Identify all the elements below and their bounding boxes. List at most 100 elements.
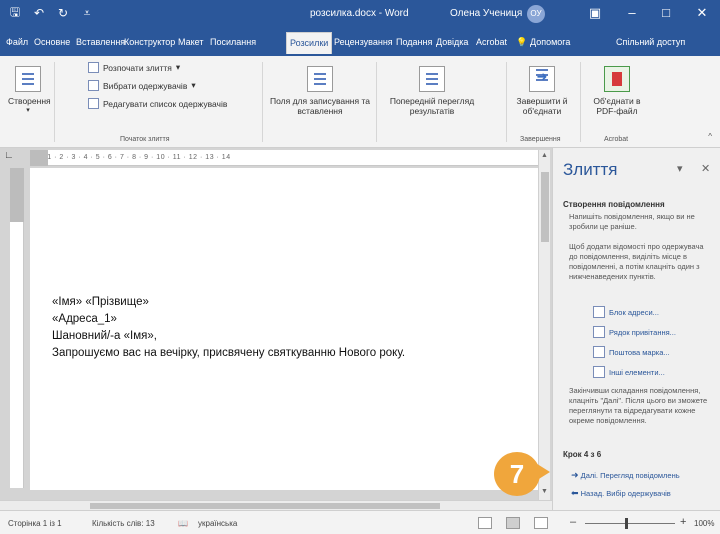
arrow-right-icon: ➜ <box>571 470 579 480</box>
pane-options-icon[interactable]: ▾ <box>677 162 683 175</box>
tab-home[interactable]: Основне <box>34 37 70 47</box>
undo-icon[interactable]: ↶ <box>32 6 46 20</box>
pane-close-icon[interactable]: ✕ <box>701 162 710 175</box>
group-label-start-merge: Початок злиття <box>120 136 170 143</box>
tab-view[interactable]: Подання <box>396 37 432 47</box>
tab-acrobat[interactable]: Acrobat <box>476 37 507 47</box>
web-layout-icon[interactable] <box>534 517 548 529</box>
finish-merge-label: Завершити й об'єднати <box>516 96 568 116</box>
tab-design[interactable]: Конструктор <box>124 37 175 47</box>
title-bar: 🖫 ↶ ↻ ⩡ розсилка.docx - Word Олена Учени… <box>0 0 720 28</box>
ribbon-tabs: Файл Основне Вставлення Конструктор Маке… <box>0 28 720 56</box>
tab-tell-me[interactable]: Допомога <box>530 37 570 47</box>
create-label: Створення <box>8 96 51 106</box>
ribbon-options-icon[interactable]: ▣ <box>585 4 605 22</box>
tab-file[interactable]: Файл <box>6 37 28 47</box>
write-insert-fields-button[interactable]: Поля для записування та вставлення <box>270 66 370 116</box>
redo-icon[interactable]: ↻ <box>56 6 70 20</box>
status-bar: Сторінка 1 із 1 Кількість слів: 13 📖 укр… <box>0 510 720 534</box>
horizontal-scrollbar[interactable] <box>0 500 552 510</box>
address-block-label: Блок адреси... <box>609 307 659 317</box>
tab-stop-icon[interactable]: ∟ <box>4 150 18 164</box>
doc-line-address[interactable]: «Адреса_1» <box>52 313 117 325</box>
group-label-acrobat: Acrobat <box>604 136 629 143</box>
envelope-icon <box>15 66 41 92</box>
collapse-ribbon-icon[interactable]: ^ <box>708 132 712 141</box>
previous-step-link[interactable]: ⬅ Назад. Вибір одержувачів <box>571 488 671 499</box>
more-items-link[interactable]: Інші елементи... <box>593 366 665 378</box>
arrow-left-icon: ⬅ <box>571 488 579 498</box>
save-icon[interactable]: 🖫 <box>8 5 22 20</box>
postage-icon <box>593 346 605 358</box>
recipients-icon <box>88 80 99 91</box>
pdf-icon <box>604 66 630 92</box>
next-step-label: Далі. Перегляд повідомлень <box>580 471 680 480</box>
zoom-in-icon[interactable]: + <box>680 516 686 528</box>
page-count[interactable]: Сторінка 1 із 1 <box>8 519 62 528</box>
preview-results-label: Попередній перегляд результатів <box>389 96 475 116</box>
postage-link[interactable]: Поштова марка... <box>593 346 670 358</box>
merge-to-pdf-button[interactable]: Об'єднати в PDF-файл <box>586 66 648 116</box>
write-insert-fields-label: Поля для записування та вставлення <box>270 96 370 116</box>
finish-merge-button[interactable]: Завершити й об'єднати <box>512 66 572 116</box>
horizontal-ruler[interactable]: · 1 · 2 · 3 · 4 · 5 · 6 · 7 · 8 · 9 · 10… <box>30 150 540 166</box>
scroll-down-icon[interactable]: ▼ <box>541 488 548 495</box>
tab-layout[interactable]: Макет <box>178 37 203 47</box>
doc-line-greeting[interactable]: Шановний/-а «Імя», <box>52 330 157 342</box>
word-count[interactable]: Кількість слів: 13 <box>92 519 155 528</box>
tab-mailings[interactable]: Розсилки <box>286 32 333 54</box>
quick-access-toolbar: 🖫 ↶ ↻ ⩡ <box>8 5 94 21</box>
print-layout-icon[interactable] <box>506 517 520 529</box>
tab-help[interactable]: Довідка <box>436 37 468 47</box>
share-button[interactable]: Спільний доступ <box>616 37 685 47</box>
divider <box>580 62 581 142</box>
language[interactable]: українська <box>198 519 237 528</box>
lightbulb-icon[interactable]: 💡 <box>516 37 527 48</box>
vertical-scrollbar[interactable]: ▲ ▼ <box>538 150 550 500</box>
ruler-margin <box>30 150 48 166</box>
merge-to-pdf-label: Об'єднати в PDF-файл <box>593 96 641 116</box>
proofing-icon[interactable]: 📖 <box>178 519 188 528</box>
preview-results-button[interactable]: Попередній перегляд результатів <box>384 66 480 116</box>
window-title: розсилка.docx - Word <box>310 8 409 19</box>
create-button[interactable]: Створення ▾ <box>8 66 51 114</box>
scroll-up-icon[interactable]: ▲ <box>541 152 548 159</box>
document-icon <box>88 62 99 73</box>
tab-insert[interactable]: Вставлення <box>76 37 125 47</box>
doc-line-body[interactable]: Запрошуємо вас на вечірку, присвячену св… <box>52 347 405 359</box>
doc-line-name[interactable]: «Імя» «Прізвище» <box>52 296 149 308</box>
zoom-level[interactable]: 100% <box>694 519 714 528</box>
start-merge-button[interactable]: Розпочати злиття ▾ <box>88 62 180 73</box>
greeting-line-link[interactable]: Рядок привітання... <box>593 326 676 338</box>
greeting-line-icon <box>593 326 605 338</box>
step-indicator: Крок 4 з 6 <box>563 450 602 459</box>
previous-step-label: Назад. Вибір одержувачів <box>580 489 671 498</box>
edit-recipients-button[interactable]: Редагувати список одержувачів <box>88 98 227 109</box>
document-page[interactable]: «Імя» «Прізвище» «Адреса_1» Шановний/-а … <box>30 168 538 490</box>
next-step-link[interactable]: ➜ Далі. Перегляд повідомлень <box>571 470 680 481</box>
tab-review[interactable]: Рецензування <box>334 37 393 47</box>
read-mode-icon[interactable] <box>478 517 492 529</box>
ruler-margin <box>10 168 24 222</box>
close-icon[interactable]: ✕ <box>692 4 712 22</box>
minimize-icon[interactable]: – <box>622 4 642 22</box>
divider <box>54 62 55 142</box>
zoom-slider[interactable] <box>585 523 675 524</box>
user-name[interactable]: Олена Учениця <box>450 8 522 19</box>
address-block-link[interactable]: Блок адреси... <box>593 306 659 318</box>
greeting-line-label: Рядок привітання... <box>609 327 676 337</box>
divider <box>506 62 507 142</box>
maximize-icon[interactable]: □ <box>656 4 676 22</box>
pane-title: Злиття <box>563 160 618 179</box>
select-recipients-button[interactable]: Вибрати одержувачів ▾ <box>88 80 196 91</box>
divider <box>376 62 377 142</box>
zoom-slider-thumb[interactable] <box>625 518 628 529</box>
edit-list-icon <box>88 98 99 109</box>
tab-references[interactable]: Посилання <box>210 37 256 47</box>
customize-icon[interactable]: ⩡ <box>80 6 94 20</box>
zoom-out-icon[interactable]: – <box>570 516 576 528</box>
scroll-thumb[interactable] <box>541 172 549 242</box>
scroll-thumb[interactable] <box>90 503 440 509</box>
fields-icon <box>307 66 333 92</box>
avatar[interactable]: ОУ <box>527 5 545 23</box>
